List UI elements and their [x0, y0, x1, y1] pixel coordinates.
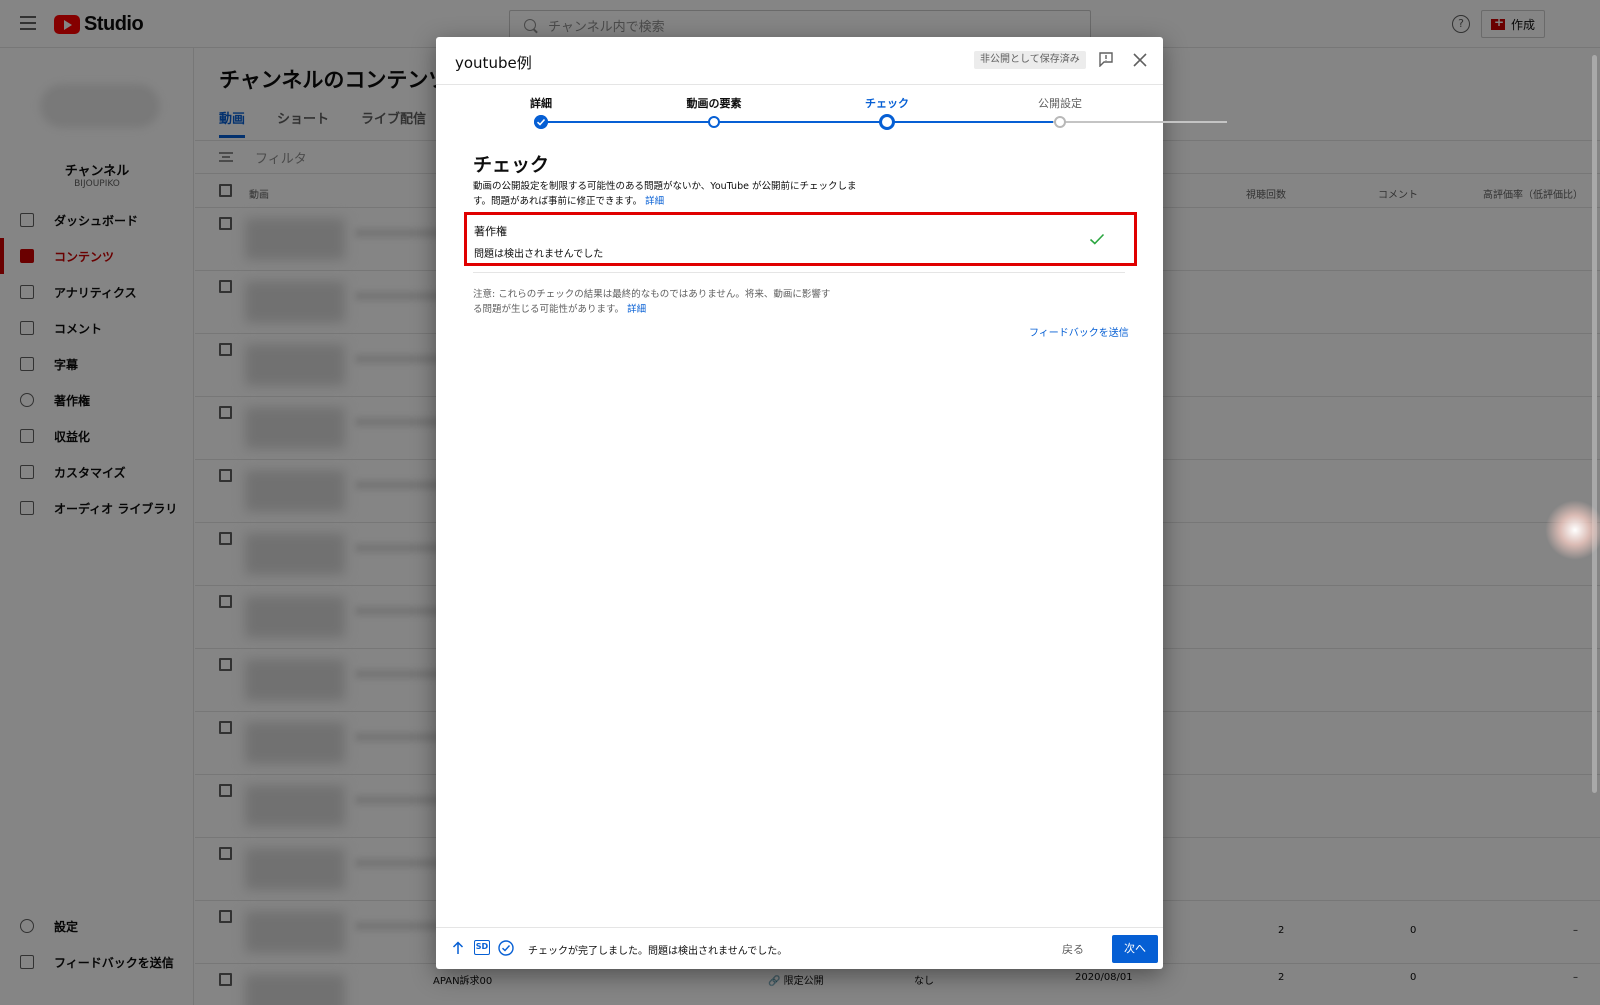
step-label-details[interactable]: 詳細 — [530, 95, 552, 111]
footer-status-message: チェックが完了しました。問題は検出されませんでした。 — [528, 946, 788, 957]
back-button[interactable]: 戻る — [1062, 941, 1084, 957]
step-label-elements[interactable]: 動画の要素 — [687, 95, 742, 111]
copyright-check-item: 著作権 問題は検出されませんでした — [464, 212, 1137, 266]
step-dot-elements[interactable] — [708, 116, 720, 128]
screen-glare — [1545, 500, 1600, 560]
details-link[interactable]: 詳細 — [645, 196, 664, 207]
page-scrollbar[interactable] — [1592, 55, 1597, 793]
section-description: 動画の公開設定を制限する可能性のある問題がないか、YouTube が公開前にチェ… — [473, 179, 873, 209]
sd-quality-icon[interactable]: SD — [474, 940, 490, 955]
stepper-progress-line — [541, 121, 1053, 123]
dialog-title: youtube例 — [455, 54, 532, 72]
step-dot-checks[interactable] — [879, 114, 895, 130]
upload-arrow-icon[interactable] — [452, 941, 464, 955]
saved-status-badge: 非公開として保存済み — [974, 51, 1086, 69]
check-status: 問題は検出されませんでした — [474, 249, 604, 260]
report-feedback-icon[interactable] — [1099, 52, 1113, 67]
close-icon[interactable] — [1133, 53, 1147, 67]
next-button[interactable]: 次へ — [1112, 935, 1158, 963]
upload-stepper: 詳細 動画の要素 チェック 公開設定 — [436, 85, 1227, 145]
stepper-pending-line — [1053, 121, 1227, 123]
note-text: る問題が生じる可能性があります。 — [473, 304, 625, 315]
divider — [473, 272, 1125, 273]
check-name: 著作権 — [474, 225, 507, 238]
disclaimer-note: 注意: これらのチェックの結果は最終的なものではありません。将来、動画に影響す … — [473, 287, 858, 317]
note-details-link[interactable]: 詳細 — [627, 304, 646, 315]
description-text: す。問題があれば事前に修正できます。 — [473, 196, 643, 207]
dialog-header: youtube例 非公開として保存済み — [436, 37, 1163, 85]
step-dot-visibility[interactable] — [1054, 116, 1066, 128]
send-feedback-link[interactable]: フィードバックを送信 — [1029, 324, 1129, 339]
dialog-footer: SD チェックが完了しました。問題は検出されませんでした。 戻る 次へ — [436, 927, 1163, 969]
section-title: チェック — [473, 154, 550, 176]
checks-complete-icon[interactable] — [498, 940, 514, 956]
step-done-check-icon[interactable] — [534, 115, 548, 129]
checkmark-icon — [1089, 233, 1105, 245]
note-text: 注意: これらのチェックの結果は最終的なものではありません。将来、動画に影響す — [473, 289, 831, 300]
description-text: 動画の公開設定を制限する可能性のある問題がないか、YouTube が公開前にチェ… — [473, 181, 857, 192]
step-label-checks[interactable]: チェック — [865, 95, 909, 111]
upload-dialog: youtube例 非公開として保存済み 詳細 動画の要素 チェック 公開設定 チ… — [436, 37, 1227, 969]
step-label-visibility[interactable]: 公開設定 — [1038, 95, 1082, 111]
